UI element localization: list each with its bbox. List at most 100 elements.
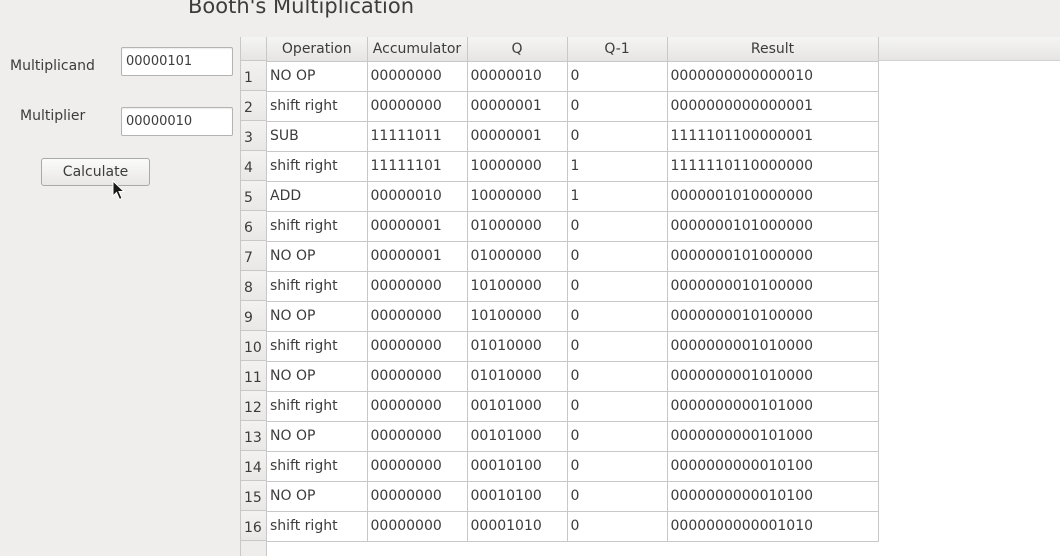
- operation-cell[interactable]: NO OP: [267, 361, 368, 392]
- operation-cell[interactable]: shift right: [267, 451, 368, 482]
- table-row[interactable]: shift right 00000000 00010100 0 000000000001…: [267, 451, 879, 482]
- result-cell[interactable]: 0000000000001010: [667, 511, 879, 542]
- result-cell[interactable]: 0000000101000000: [667, 211, 879, 242]
- table-row[interactable]: NO OP 00000000 00101000 0 0000000000101000: [267, 421, 879, 452]
- accumulator-cell[interactable]: 00000001: [367, 211, 468, 242]
- row-number[interactable]: 16: [241, 511, 267, 541]
- row-number[interactable]: 5: [241, 181, 267, 211]
- multiplicand-input[interactable]: [121, 47, 233, 76]
- result-cell[interactable]: 0000000001010000: [667, 361, 879, 392]
- q-cell[interactable]: 10100000: [467, 301, 568, 332]
- q-1-cell[interactable]: 0: [567, 241, 668, 272]
- calculate-button[interactable]: Calculate: [41, 158, 150, 186]
- accumulator-cell[interactable]: 00000001: [367, 241, 468, 272]
- q-1-cell[interactable]: 1: [567, 181, 668, 212]
- result-cell[interactable]: 0000000000000001: [667, 91, 879, 122]
- q-1-cell[interactable]: 0: [567, 421, 668, 452]
- result-cell[interactable]: 0000000000101000: [667, 391, 879, 422]
- q-1-cell[interactable]: 0: [567, 481, 668, 512]
- operation-cell[interactable]: NO OP: [267, 481, 368, 512]
- accumulator-cell[interactable]: 11111011: [367, 121, 468, 152]
- accumulator-cell[interactable]: 00000000: [367, 481, 468, 512]
- operation-cell[interactable]: ADD: [267, 181, 368, 212]
- operation-cell[interactable]: SUB: [267, 121, 368, 152]
- q-cell[interactable]: 00010100: [467, 481, 568, 512]
- q-1-cell[interactable]: 0: [567, 391, 668, 422]
- column-header-accumulator[interactable]: Accumulator: [367, 37, 468, 62]
- accumulator-cell[interactable]: 00000010: [367, 181, 468, 212]
- column-header-operation[interactable]: Operation: [267, 37, 368, 62]
- row-number[interactable]: 7: [241, 241, 267, 271]
- accumulator-cell[interactable]: 00000000: [367, 301, 468, 332]
- q-cell[interactable]: 01000000: [467, 211, 568, 242]
- q-cell[interactable]: 01000000: [467, 241, 568, 272]
- q-1-cell[interactable]: 0: [567, 271, 668, 302]
- result-cell[interactable]: 0000001010000000: [667, 181, 879, 212]
- accumulator-cell[interactable]: 00000000: [367, 391, 468, 422]
- operation-cell[interactable]: shift right: [267, 511, 368, 542]
- operation-cell[interactable]: shift right: [267, 211, 368, 242]
- q-cell[interactable]: 01010000: [467, 331, 568, 362]
- operation-cell[interactable]: shift right: [267, 391, 368, 422]
- table-row[interactable]: shift right 00000000 10100000 0 000000001010…: [267, 271, 879, 302]
- operation-cell[interactable]: shift right: [267, 271, 368, 302]
- q-1-cell[interactable]: 0: [567, 301, 668, 332]
- accumulator-cell[interactable]: 00000000: [367, 451, 468, 482]
- operation-cell[interactable]: shift right: [267, 91, 368, 122]
- accumulator-cell[interactable]: 00000000: [367, 91, 468, 122]
- q-cell[interactable]: 10100000: [467, 271, 568, 302]
- table-row[interactable]: shift right 00000000 01010000 0 000000000101…: [267, 331, 879, 362]
- table-row[interactable]: shift right 11111101 10000000 1 111111011000…: [267, 151, 879, 182]
- table-row[interactable]: NO OP 00000001 01000000 0 0000000101000000: [267, 241, 879, 272]
- result-cell[interactable]: 0000000010100000: [667, 271, 879, 302]
- q-cell[interactable]: 01010000: [467, 361, 568, 392]
- accumulator-cell[interactable]: 00000000: [367, 361, 468, 392]
- accumulator-cell[interactable]: 00000000: [367, 331, 468, 362]
- row-number[interactable]: 13: [241, 421, 267, 451]
- q-1-cell[interactable]: 0: [567, 511, 668, 542]
- q-cell[interactable]: 00010100: [467, 451, 568, 482]
- table-row[interactable]: shift right 00000000 00000001 0 000000000000…: [267, 91, 879, 122]
- row-number[interactable]: 15: [241, 481, 267, 511]
- row-number[interactable]: 6: [241, 211, 267, 241]
- q-1-cell[interactable]: 0: [567, 61, 668, 92]
- table-row[interactable]: shift right 00000000 00101000 0 000000000010…: [267, 391, 879, 422]
- q-cell[interactable]: 10000000: [467, 181, 568, 212]
- operation-cell[interactable]: NO OP: [267, 301, 368, 332]
- accumulator-cell[interactable]: 00000000: [367, 61, 468, 92]
- row-number[interactable]: 4: [241, 151, 267, 181]
- column-header-result[interactable]: Result: [667, 37, 879, 62]
- operation-cell[interactable]: NO OP: [267, 61, 368, 92]
- q-1-cell[interactable]: 0: [567, 331, 668, 362]
- row-number[interactable]: 8: [241, 271, 267, 301]
- table-row[interactable]: SUB 11111011 00000001 0 1111101100000001: [267, 121, 879, 152]
- table-row[interactable]: ADD 00000010 10000000 1 0000001010000000: [267, 181, 879, 212]
- q-cell[interactable]: 00000001: [467, 121, 568, 152]
- table-row[interactable]: shift right 00000000 00001010 0 000000000000…: [267, 511, 879, 542]
- result-cell[interactable]: 0000000010100000: [667, 301, 879, 332]
- operation-cell[interactable]: shift right: [267, 151, 368, 182]
- row-number[interactable]: 3: [241, 121, 267, 151]
- result-cell[interactable]: 0000000000010100: [667, 481, 879, 512]
- q-cell[interactable]: 00101000: [467, 391, 568, 422]
- result-cell[interactable]: 0000000101000000: [667, 241, 879, 272]
- row-number[interactable]: 9: [241, 301, 267, 331]
- q-cell[interactable]: 10000000: [467, 151, 568, 182]
- column-header-q-1[interactable]: Q-1: [567, 37, 668, 62]
- q-cell[interactable]: 00000001: [467, 91, 568, 122]
- result-cell[interactable]: 1111101100000001: [667, 121, 879, 152]
- table-row[interactable]: shift right 00000001 01000000 0 000000010100…: [267, 211, 879, 242]
- row-number[interactable]: 11: [241, 361, 267, 391]
- q-1-cell[interactable]: 0: [567, 211, 668, 242]
- row-number[interactable]: 14: [241, 451, 267, 481]
- q-cell[interactable]: 00000010: [467, 61, 568, 92]
- result-cell[interactable]: 1111110110000000: [667, 151, 879, 182]
- table-row[interactable]: NO OP 00000000 00010100 0 0000000000010100: [267, 481, 879, 512]
- operation-cell[interactable]: shift right: [267, 331, 368, 362]
- column-header-q[interactable]: Q: [467, 37, 568, 62]
- row-number[interactable]: 10: [241, 331, 267, 361]
- q-1-cell[interactable]: 1: [567, 151, 668, 182]
- result-cell[interactable]: 0000000001010000: [667, 331, 879, 362]
- accumulator-cell[interactable]: 00000000: [367, 271, 468, 302]
- result-cell[interactable]: 0000000000010100: [667, 451, 879, 482]
